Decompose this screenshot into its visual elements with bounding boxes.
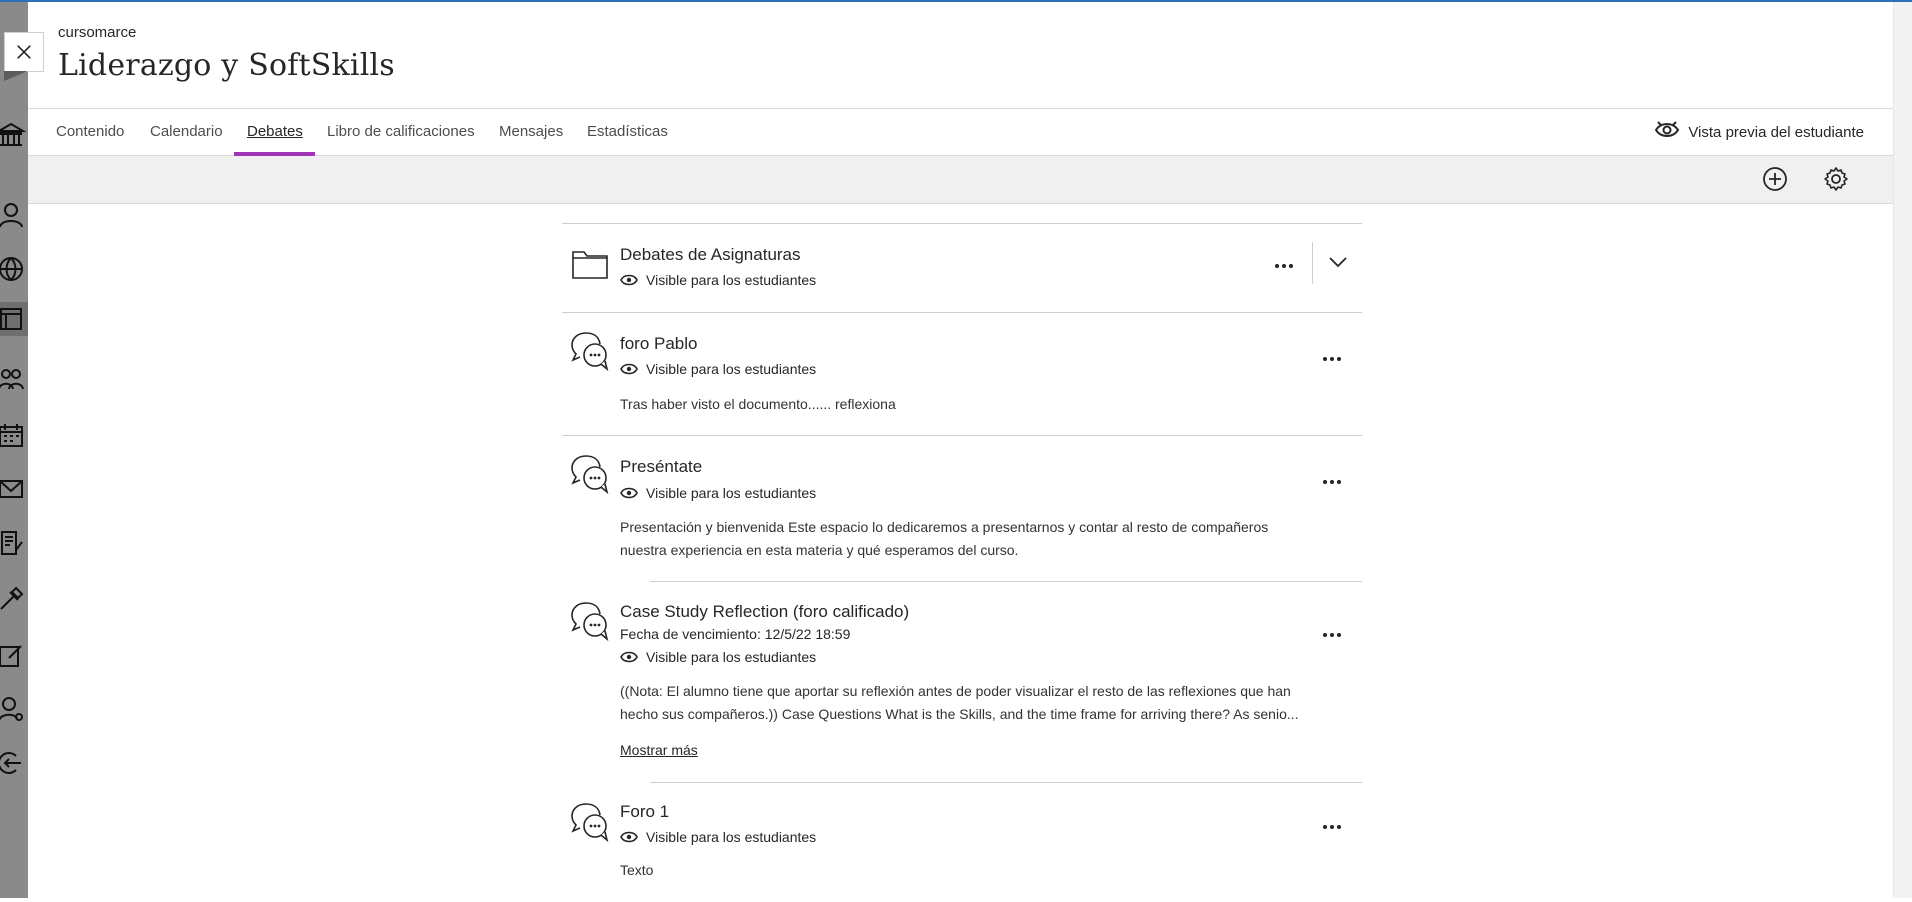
list-item-discussion[interactable]: foro Pablo Visible para los estudiantes … [562, 312, 1362, 435]
visibility-label: Visible para los estudiantes [646, 485, 817, 501]
course-title: Liderazgo y SoftSkills [58, 48, 395, 83]
vertical-scrollbar[interactable] [1893, 2, 1912, 898]
folder-title[interactable]: Debates de Asignaturas [620, 245, 801, 265]
due-date: Fecha de vencimiento: 12/5/22 18:59 [620, 626, 851, 642]
divider [1312, 242, 1313, 284]
visibility-label: Visible para los estudiantes [646, 649, 817, 665]
visibility-status[interactable]: Visible para los estudiantes [620, 485, 816, 501]
close-button-fold [4, 71, 28, 81]
close-button[interactable] [4, 32, 44, 72]
visibility-label: Visible para los estudiantes [646, 272, 817, 288]
discussion-icon [570, 454, 610, 495]
tab-estadisticas[interactable]: Estadísticas [587, 109, 668, 155]
course-header: cursomarce Liderazgo y SoftSkills [28, 2, 1894, 108]
visibility-label: Visible para los estudiantes [646, 829, 817, 845]
visibility-status[interactable]: Visible para los estudiantes [620, 649, 816, 665]
list-item-folder[interactable]: Debates de Asignaturas Visible para los … [562, 223, 1362, 312]
discussions-toolbar [28, 156, 1894, 204]
sign-out-icon[interactable] [0, 746, 28, 780]
eye-icon [620, 363, 638, 375]
tab-debates[interactable]: Debates [247, 109, 303, 155]
tab-mensajes[interactable]: Mensajes [499, 109, 563, 155]
more-options-button[interactable] [1316, 815, 1348, 839]
discussion-title[interactable]: Preséntate [620, 457, 702, 477]
more-options-button[interactable] [1316, 470, 1348, 494]
show-more-link[interactable]: Mostrar más [620, 742, 698, 758]
course-panel: cursomarce Liderazgo y SoftSkills Conten… [28, 2, 1894, 898]
eye-icon [620, 831, 638, 843]
mail-icon[interactable] [0, 472, 28, 506]
visibility-status[interactable]: Visible para los estudiantes [620, 361, 816, 377]
discussion-icon [570, 601, 610, 642]
more-options-button[interactable] [1316, 347, 1348, 371]
student-preview-label: Vista previa del estudiante [1688, 123, 1864, 141]
visibility-status[interactable]: Visible para los estudiantes [620, 272, 816, 288]
list-item-discussion[interactable]: Preséntate Visible para los estudiantes … [562, 435, 1362, 581]
discussion-title[interactable]: Case Study Reflection (foro calificado) [620, 602, 909, 622]
plus-circle-icon[interactable] [1760, 164, 1790, 194]
course-org: cursomarce [58, 24, 137, 41]
discussion-icon [570, 331, 610, 372]
discussion-title[interactable]: foro Pablo [620, 334, 698, 354]
courses-icon[interactable] [0, 302, 28, 336]
discussion-description: Presentación y bienvenida Este espacio l… [620, 516, 1340, 562]
person-icon[interactable] [0, 198, 28, 232]
visibility-status[interactable]: Visible para los estudiantes [620, 829, 816, 845]
description-line: hecho sus compañeros.)) Case Questions W… [620, 706, 1299, 722]
discussion-description: Texto [620, 862, 654, 878]
discussion-description: Tras haber visto el documento...... refl… [620, 396, 896, 412]
eye-icon [620, 487, 638, 499]
description-line: Presentación y bienvenida Este espacio l… [620, 519, 1269, 535]
chevron-down-icon[interactable] [1324, 250, 1352, 274]
folder-icon [570, 244, 610, 284]
close-icon [17, 45, 31, 59]
discussion-description: ((Nota: El alumno tiene que aportar su r… [620, 680, 1340, 726]
edit-icon[interactable] [0, 638, 28, 672]
tools-icon[interactable] [0, 582, 28, 616]
description-line: ((Nota: El alumno tiene que aportar su r… [620, 683, 1291, 699]
tab-libro-de-calificaciones[interactable]: Libro de calificaciones [327, 109, 475, 155]
more-options-button[interactable] [1316, 623, 1348, 647]
course-nav: Contenido Calendario Debates Libro de ca… [28, 108, 1894, 156]
gear-icon[interactable] [1821, 164, 1851, 194]
calendar-icon[interactable] [0, 418, 28, 452]
eye-icon [620, 274, 638, 286]
discussion-list: Debates de Asignaturas Visible para los … [562, 223, 1362, 902]
description-line: nuestra experiencia en esta materia y qu… [620, 542, 1019, 558]
list-item-discussion[interactable]: Case Study Reflection (foro calificado) … [562, 581, 1362, 782]
tab-contenido[interactable]: Contenido [56, 109, 124, 155]
globe-icon[interactable] [0, 252, 28, 286]
grades-icon[interactable] [0, 526, 28, 560]
more-options-button[interactable] [1268, 254, 1300, 278]
student-preview-icon [1654, 119, 1688, 145]
left-rail [0, 2, 28, 898]
user-settings-icon[interactable] [0, 692, 28, 726]
eye-icon [620, 651, 638, 663]
discussion-icon [570, 802, 610, 843]
tab-calendario[interactable]: Calendario [150, 109, 223, 155]
discussion-title[interactable]: Foro 1 [620, 802, 669, 822]
student-preview-button[interactable]: Vista previa del estudiante [1654, 109, 1864, 155]
institution-icon[interactable] [0, 118, 28, 152]
list-item-discussion[interactable]: Foro 1 Visible para los estudiantes Text… [562, 782, 1362, 902]
visibility-label: Visible para los estudiantes [646, 361, 817, 377]
groups-icon[interactable] [0, 362, 28, 396]
